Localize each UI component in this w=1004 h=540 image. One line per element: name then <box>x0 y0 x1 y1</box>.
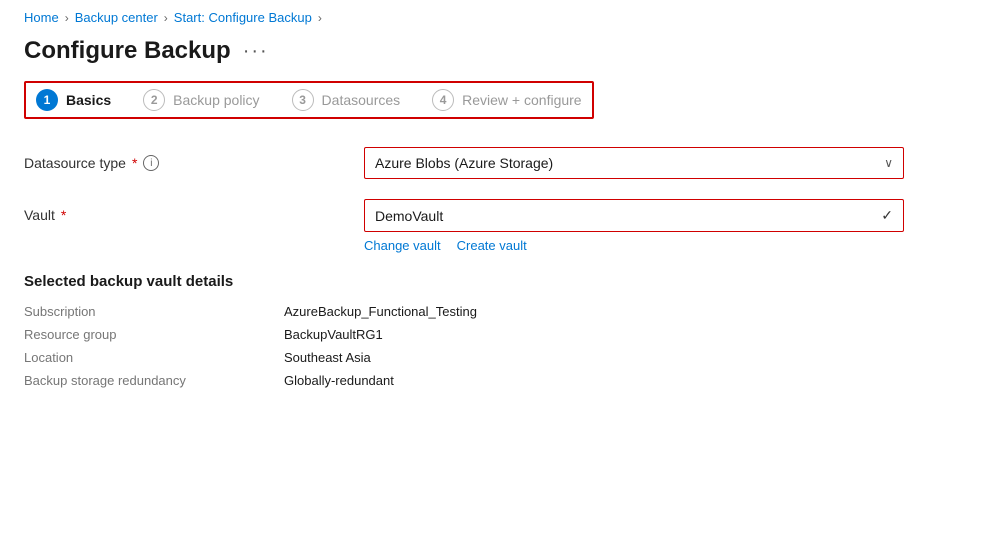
vault-dropdown[interactable]: DemoVault ✓ <box>364 199 904 232</box>
breadcrumb: Home › Backup center › Start: Configure … <box>0 0 1004 33</box>
tab-datasources[interactable]: 3 Datasources <box>292 89 401 111</box>
vault-label-text: Vault <box>24 207 55 223</box>
page-title: Configure Backup <box>24 37 231 65</box>
location-value: Southeast Asia <box>284 350 371 365</box>
vault-check-icon: ✓ <box>881 207 893 224</box>
tab-backup-policy-number: 2 <box>143 89 165 111</box>
form-section: Datasource type * i Azure Blobs (Azure S… <box>0 147 1004 253</box>
tab-datasources-label: Datasources <box>322 92 401 108</box>
vault-row: Vault * DemoVault ✓ Change vault Create … <box>24 199 980 253</box>
tab-basics[interactable]: 1 Basics <box>36 89 111 111</box>
detail-row-resource-group: Resource group BackupVaultRG1 <box>24 327 980 342</box>
more-options-button[interactable]: ··· <box>243 40 269 63</box>
vault-value: DemoVault <box>375 208 443 224</box>
datasource-type-dropdown[interactable]: Azure Blobs (Azure Storage) ∨ <box>364 147 904 179</box>
detail-row-location: Location Southeast Asia <box>24 350 980 365</box>
tab-datasources-number: 3 <box>292 89 314 111</box>
resource-group-value: BackupVaultRG1 <box>284 327 383 342</box>
subscription-label: Subscription <box>24 304 284 319</box>
tab-backup-policy[interactable]: 2 Backup policy <box>143 89 259 111</box>
breadcrumb-configure-backup[interactable]: Start: Configure Backup <box>174 10 312 25</box>
tab-backup-policy-label: Backup policy <box>173 92 259 108</box>
datasource-type-chevron-icon: ∨ <box>884 156 893 170</box>
page-header: Configure Backup ··· <box>0 33 1004 81</box>
datasource-type-label-group: Datasource type * i <box>24 147 364 171</box>
create-vault-link[interactable]: Create vault <box>457 238 527 253</box>
backup-storage-label: Backup storage redundancy <box>24 373 284 388</box>
location-label: Location <box>24 350 284 365</box>
breadcrumb-separator-2: › <box>164 11 168 25</box>
breadcrumb-home[interactable]: Home <box>24 10 59 25</box>
resource-group-label: Resource group <box>24 327 284 342</box>
tab-review-number: 4 <box>432 89 454 111</box>
backup-storage-value: Globally-redundant <box>284 373 394 388</box>
vault-details-section: Selected backup vault details Subscripti… <box>0 273 1004 388</box>
breadcrumb-separator-3: › <box>318 11 322 25</box>
detail-row-subscription: Subscription AzureBackup_Functional_Test… <box>24 304 980 319</box>
change-vault-link[interactable]: Change vault <box>364 238 441 253</box>
vault-links: Change vault Create vault <box>364 238 904 253</box>
breadcrumb-backup-center[interactable]: Backup center <box>75 10 158 25</box>
datasource-type-control: Azure Blobs (Azure Storage) ∨ <box>364 147 904 179</box>
subscription-value: AzureBackup_Functional_Testing <box>284 304 477 319</box>
wizard-tabs: 1 Basics 2 Backup policy 3 Datasources 4… <box>24 81 594 119</box>
vault-required: * <box>61 207 66 223</box>
vault-control: DemoVault ✓ Change vault Create vault <box>364 199 904 253</box>
tab-review-configure[interactable]: 4 Review + configure <box>432 89 581 111</box>
breadcrumb-separator-1: › <box>65 11 69 25</box>
datasource-type-value: Azure Blobs (Azure Storage) <box>375 155 553 171</box>
vault-label-group: Vault * <box>24 199 364 223</box>
vault-details-title: Selected backup vault details <box>24 273 980 290</box>
tabs-container: 1 Basics 2 Backup policy 3 Datasources 4… <box>0 81 1004 119</box>
tab-basics-label: Basics <box>66 92 111 108</box>
datasource-type-row: Datasource type * i Azure Blobs (Azure S… <box>24 147 980 179</box>
datasource-type-required: * <box>132 155 137 171</box>
datasource-type-label-text: Datasource type <box>24 155 126 171</box>
tab-basics-number: 1 <box>36 89 58 111</box>
detail-row-backup-storage: Backup storage redundancy Globally-redun… <box>24 373 980 388</box>
tab-review-label: Review + configure <box>462 92 581 108</box>
datasource-type-info-icon[interactable]: i <box>143 155 159 171</box>
